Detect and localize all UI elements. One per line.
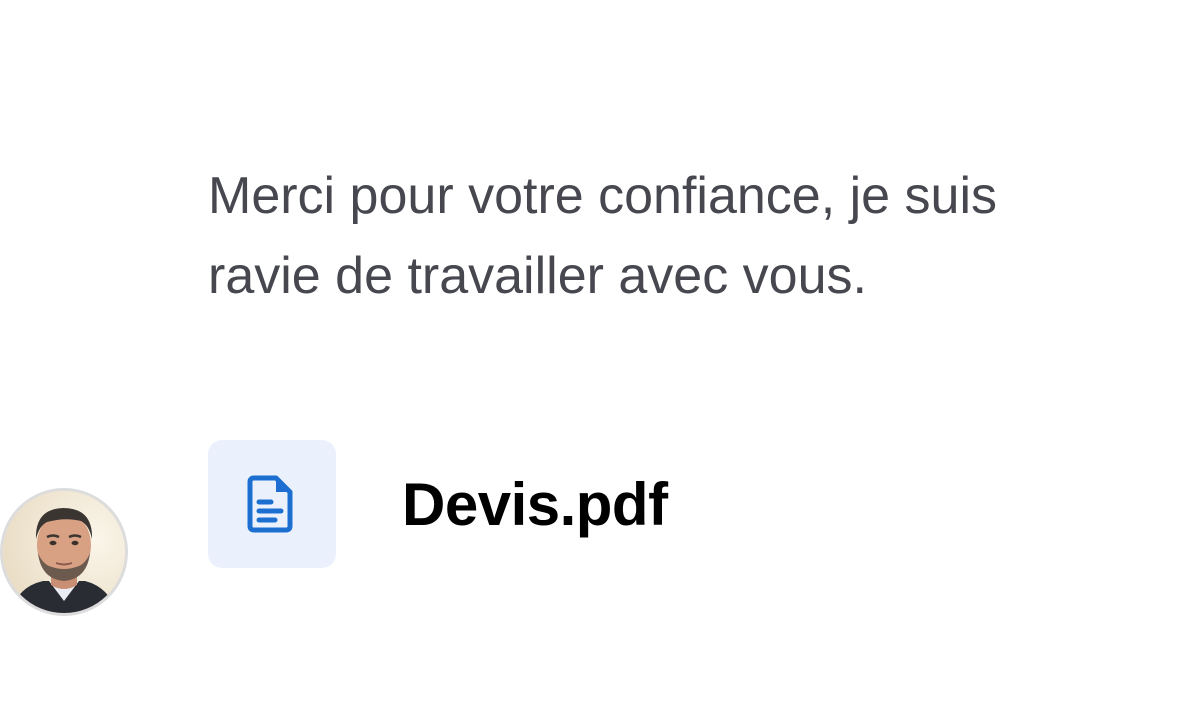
file-icon-tile — [208, 440, 336, 568]
message-line-1: Merci pour votre confiance, je suis — [208, 167, 998, 225]
chat-message-view: Merci pour votre confiance, je suis ravi… — [0, 0, 1200, 720]
message-text: Merci pour votre confiance, je suis ravi… — [208, 156, 1108, 316]
file-attachment[interactable]: Devis.pdf — [208, 440, 668, 568]
document-icon — [247, 475, 293, 533]
file-name[interactable]: Devis.pdf — [402, 470, 668, 539]
message-line-2: ravie de travailler avec vous. — [208, 247, 867, 305]
avatar[interactable] — [0, 488, 128, 616]
avatar-photo — [3, 491, 125, 613]
